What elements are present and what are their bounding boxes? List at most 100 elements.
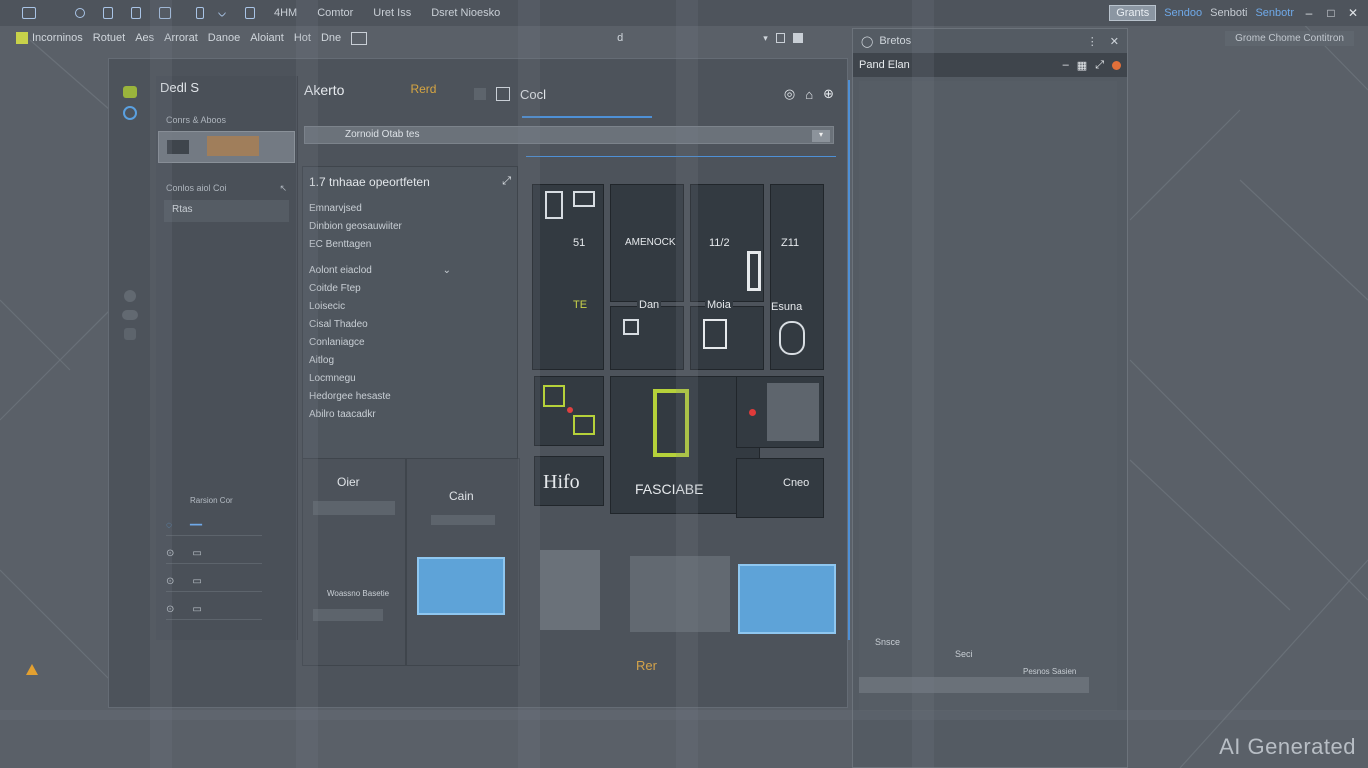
account-link[interactable]: Senbotr [1255,7,1294,19]
menu-image-icon[interactable] [351,31,368,45]
rail-list-icon[interactable] [124,328,136,340]
rail-group-icon[interactable] [122,310,138,320]
grid-frame-icon[interactable] [496,87,510,101]
maximize-icon[interactable]: □ [1324,6,1338,20]
sendoo-link[interactable]: Sendoo [1164,7,1202,19]
footer-row-3[interactable]: ⊙ ▭ [166,572,262,592]
warning-icon[interactable] [26,664,38,675]
list-row[interactable]: Rtas [164,200,289,222]
tile-green-small[interactable] [534,376,604,446]
right-panel-title: Bretos [879,35,912,47]
panel-close-icon[interactable]: ✕ [1110,35,1119,48]
file-icon[interactable] [131,7,141,19]
list-item-6[interactable]: Loisecic [303,299,517,317]
app-title: 4HM [274,7,298,19]
menu-chevron-icon[interactable]: ▾ [763,33,768,44]
preview-thumbnail[interactable] [158,131,295,163]
context-selector[interactable]: Grome Chome Contitron [1225,30,1354,46]
right-panel-icon: ◯ [861,35,874,48]
search-dropdown-icon[interactable]: ▾ [812,130,830,142]
grid-view-icon[interactable]: ▦ [1077,59,1087,72]
search-input[interactable]: Zornoid Otab tes [304,126,834,144]
chevron-down-icon[interactable]: ⌄ [443,265,451,276]
overlay-band [0,710,1368,720]
tile-hifo[interactable]: Hifo [534,456,604,506]
camera-icon[interactable]: ◎ [784,86,795,102]
center-title-accent[interactable]: Rerd [410,82,436,98]
list-item-5[interactable]: Coitde Ftep [303,281,517,299]
list-item-8[interactable]: Conlaniagce [303,335,517,353]
strip-preview[interactable] [738,564,836,634]
tile-green-chip-1 [543,385,565,407]
menu-save-icon[interactable] [792,33,803,43]
layout-icon[interactable] [196,7,204,19]
top-menu-1[interactable]: Comtor [317,7,353,19]
rail-settings-icon[interactable] [123,106,137,120]
list-item-3[interactable]: EC Benttagen [303,237,517,255]
rail-user-icon[interactable] [124,290,136,302]
menu-item-6[interactable]: Aloiant [250,32,284,44]
list-title: 1.7 tnhaae opeortfeten [309,175,430,189]
footer-row-2[interactable]: ⊙ ▭ [166,544,262,564]
record-icon[interactable] [1112,60,1121,70]
more-icon[interactable]: ⋮ [1087,35,1098,48]
grid-icon[interactable] [245,7,255,19]
footer-row-4[interactable]: ⊙ ▭ [166,600,262,620]
tile-1[interactable]: 51 TE [532,184,604,370]
list-item-1[interactable]: Emnarvjsed [303,201,517,219]
list-item-9[interactable]: Aitlog [303,353,517,371]
card-right[interactable]: Cain [406,458,520,666]
grants-badge[interactable]: Grants [1109,5,1157,21]
close-icon[interactable]: ✕ [1346,6,1360,20]
globe-icon[interactable]: ⊕ [823,86,834,102]
tile-cred[interactable]: Cneo [736,458,824,518]
tile-6[interactable]: Dan [610,299,684,370]
right-footer-3[interactable]: Pesnos Sasien [1023,667,1076,676]
grid-toggle-icon[interactable] [474,88,486,100]
pin-icon[interactable] [103,7,113,19]
tile-7[interactable]: Moia [690,299,764,370]
card-right-preview[interactable] [417,557,505,615]
right-footer-1[interactable]: Snsce [875,637,900,647]
tile-2[interactable]: AMENOCK [610,184,684,302]
accent-line-1 [522,116,652,118]
list-item-11[interactable]: Hedorgee hesaste [303,389,517,407]
expand-icon[interactable]: ⤢ [502,175,511,188]
menu-file-icon[interactable] [775,33,785,43]
link-icon[interactable]: ⤢ [1095,59,1104,72]
menu-item-5[interactable]: Danoe [208,32,240,44]
menu-item-8[interactable]: Dne [321,32,341,44]
thumbnail-highlight [207,136,259,156]
tile-3-label: 11/2 [709,237,730,249]
tile-4[interactable]: Z11 Esuna [770,184,824,370]
section-label-1: Conrs & Aboos [166,115,227,125]
list-item-2[interactable]: Dinbion geosauwiiter [303,219,517,237]
card-right-bar [431,515,495,525]
window-icon[interactable] [22,7,36,19]
minimize-icon[interactable]: – [1302,6,1316,20]
footer-row-1[interactable]: ◌ ━━ [166,516,262,536]
top-menu-3[interactable]: Dsret Nioesko [431,7,500,19]
tile-7-frame [703,319,727,349]
overlay-stripe [676,0,698,768]
list-item-10[interactable]: Locmnegu [303,371,517,389]
tile-3[interactable]: 11/2 [690,184,764,302]
collapse-icon[interactable]: – [1063,59,1069,71]
menu-item-2[interactable]: Rotuet [93,32,125,44]
chevron-down-icon[interactable] [217,8,227,18]
rail-home-icon[interactable] [123,86,137,98]
tile-red-dot[interactable] [736,376,824,448]
list-item-4[interactable]: Aolont eiaclod ⌄ [303,263,517,281]
pencil-icon[interactable] [75,8,85,18]
pointer-icon[interactable]: ↖ [279,183,287,194]
list-item-12[interactable]: Abilro taacadkr [303,407,517,425]
share-icon[interactable]: ⌂ [805,87,813,102]
top-menu-2[interactable]: Uret Iss [373,7,411,19]
card-left-bar [313,501,395,515]
right-footer-2[interactable]: Seci [955,649,973,659]
accent-line-4 [848,80,850,640]
app-logo-icon [16,32,28,44]
right-panel-body [859,81,1117,711]
menu-item-1[interactable]: Incorninos [32,32,83,44]
list-item-7[interactable]: Cisal Thadeo [303,317,517,335]
